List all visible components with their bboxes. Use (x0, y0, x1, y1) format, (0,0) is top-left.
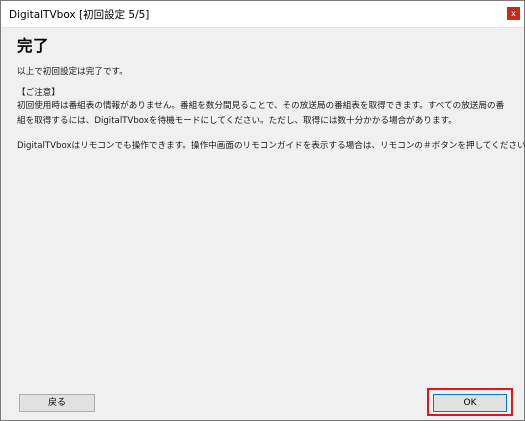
window-title: DigitalTVbox [初回設定 5/5] (9, 9, 150, 21)
remote-note-text: DigitalTVboxはリモコンでも操作できます。操作中画面のリモコンガイドを… (17, 141, 525, 151)
back-button[interactable]: 戻る (19, 394, 95, 412)
notice-text-line-2: 組を取得するには、DigitalTVboxを待機モードにしてください。ただし、取… (17, 116, 457, 126)
ok-button[interactable]: OK (433, 394, 507, 412)
dialog-content: 完了 以上で初回設定は完了です。 【ご注意】 初回使用時は番組表の情報がありませ… (1, 28, 525, 420)
page-title: 完了 (17, 37, 50, 55)
notice-heading: 【ご注意】 (17, 88, 60, 98)
notice-text-line-1: 初回使用時は番組表の情報がありません。番組を数分間見ることで、その放送局の番組表… (17, 101, 505, 111)
intro-text: 以上で初回設定は完了です。 (17, 67, 128, 77)
title-bar[interactable]: DigitalTVbox [初回設定 5/5] x (1, 1, 524, 28)
close-button[interactable]: x (507, 7, 520, 20)
setup-dialog-window: DigitalTVbox [初回設定 5/5] x 完了 以上で初回設定は完了で… (0, 0, 525, 421)
close-icon: x (511, 9, 516, 18)
